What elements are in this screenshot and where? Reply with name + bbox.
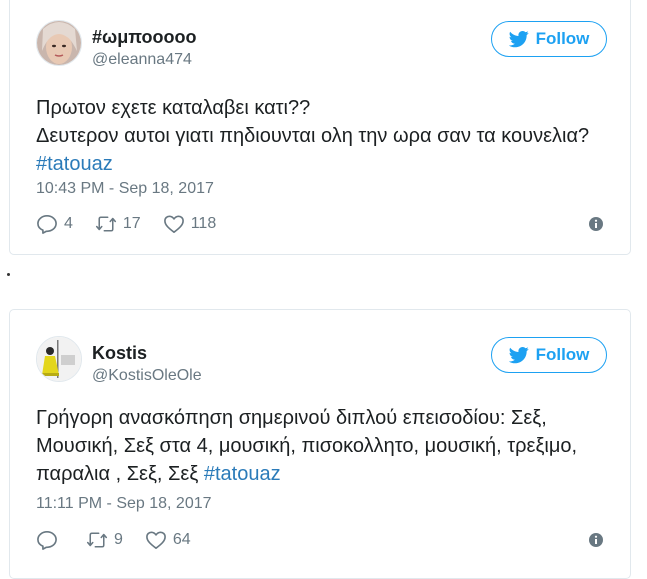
tweet-text: Πρωτον εχετε καταλαβει κατι?? Δευτερον α… xyxy=(36,94,616,178)
retweet-button[interactable]: 17 xyxy=(95,214,141,234)
follow-label: Follow xyxy=(535,345,590,364)
retweet-count: 9 xyxy=(114,531,123,548)
info-icon[interactable] xyxy=(588,532,604,548)
display-name[interactable]: Kostis xyxy=(92,343,147,364)
twitter-bird-icon xyxy=(508,347,529,364)
avatar[interactable] xyxy=(36,336,82,382)
tweet-actions: 9 64 xyxy=(36,530,213,550)
info-icon[interactable] xyxy=(588,216,604,232)
tweet-text-line: παραλια , Σεξ, Σεξ xyxy=(36,463,199,485)
like-count: 64 xyxy=(172,531,191,548)
like-button[interactable]: 64 xyxy=(145,530,191,550)
user-handle[interactable]: @KostisOleOle xyxy=(92,367,202,385)
hashtag-link[interactable]: #tatouaz xyxy=(204,463,281,485)
tweet-card: #ωμποοοοο @eleanna474 Follow Πρωτον εχετ… xyxy=(9,0,631,255)
avatar-image xyxy=(37,21,81,65)
heart-icon xyxy=(145,531,166,549)
twitter-bird-icon xyxy=(508,31,529,48)
tweet-text: Γρήγορη ανασκόπηση σημερινού διπλού επει… xyxy=(36,404,616,488)
retweet-icon xyxy=(86,532,108,548)
reply-button[interactable] xyxy=(36,530,64,550)
retweet-count: 17 xyxy=(122,215,141,232)
tweet-card: Kostis @KostisOleOle Follow Γρήγορη ανασ… xyxy=(9,309,631,579)
tweet-text-line: Πρωτον εχετε καταλαβει κατι?? xyxy=(36,97,311,119)
tweet-text-line: Γρήγορη ανασκόπηση σημερινού διπλού επει… xyxy=(36,407,547,429)
reply-icon xyxy=(37,531,57,550)
reply-icon xyxy=(37,215,57,234)
reply-button[interactable]: 4 xyxy=(36,214,73,234)
avatar[interactable] xyxy=(36,20,82,66)
retweet-button[interactable]: 9 xyxy=(86,530,123,550)
follow-button[interactable]: Follow xyxy=(491,337,607,373)
like-button[interactable]: 118 xyxy=(163,214,217,234)
tweet-text-line: Δευτερον αυτοι γιατι πηδιουνται ολη την … xyxy=(36,125,590,147)
separator-dot xyxy=(7,273,10,276)
hashtag-link[interactable]: #tatouaz xyxy=(36,153,113,175)
heart-icon xyxy=(163,215,184,233)
avatar-image xyxy=(37,337,81,381)
timestamp[interactable]: 11:11 PM - Sep 18, 2017 xyxy=(36,495,212,513)
display-name[interactable]: #ωμποοοοο xyxy=(92,27,196,48)
reply-count: 4 xyxy=(64,215,73,232)
like-count: 118 xyxy=(190,215,217,232)
follow-button[interactable]: Follow xyxy=(491,21,607,57)
tweet-actions: 4 17 118 xyxy=(36,214,238,234)
user-handle[interactable]: @eleanna474 xyxy=(92,51,192,69)
follow-label: Follow xyxy=(535,29,590,48)
tweet-text-line: Μουσική, Σεξ στα 4, μουσική, πισοκολλητο… xyxy=(36,435,578,457)
timestamp[interactable]: 10:43 PM - Sep 18, 2017 xyxy=(36,180,214,198)
retweet-icon xyxy=(95,216,116,232)
